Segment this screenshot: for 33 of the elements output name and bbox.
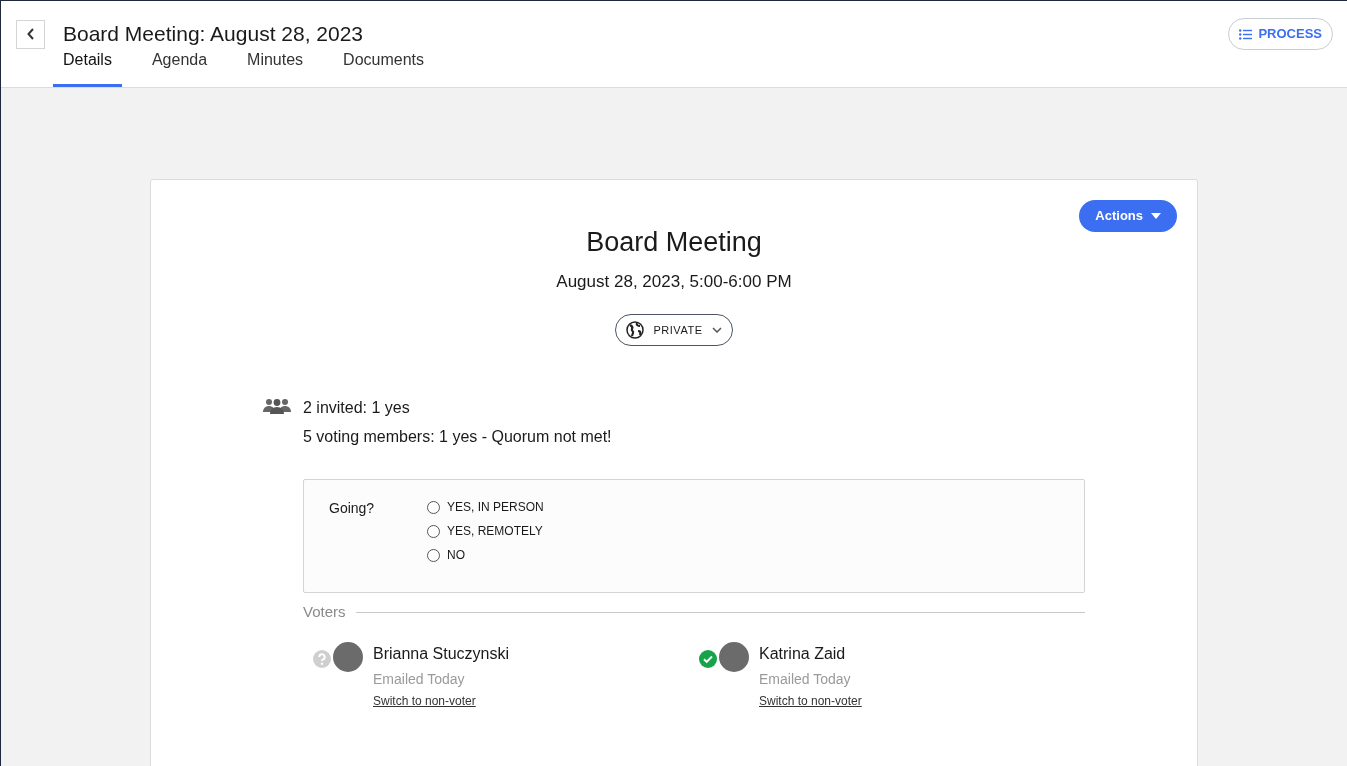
page-title: Board Meeting: August 28, 2023	[63, 21, 364, 48]
meeting-title: Board Meeting	[586, 226, 762, 259]
invited-count: 2 invited: 1 yes	[303, 398, 411, 418]
voter-name: Katrina Zaid	[759, 643, 847, 664]
radio-button[interactable]	[427, 500, 440, 514]
switch-link[interactable]: Switch to non-voter	[373, 691, 510, 710]
radio-button[interactable]	[427, 548, 440, 562]
voter-note: Emailed Today	[373, 669, 466, 689]
tab[interactable]: Details	[53, 46, 122, 87]
meeting-datetime: August 28, 2023, 5:00-6:00 PM	[556, 270, 792, 293]
tab[interactable]: Documents	[333, 46, 435, 87]
quorum-status: 5 voting members: 1 yes - Quorum not met!	[303, 427, 612, 447]
radio-option[interactable]: NO	[427, 546, 544, 564]
people-icon	[263, 398, 291, 414]
chevron-down-icon	[712, 327, 723, 333]
avatar	[719, 641, 749, 672]
actions-button[interactable]: Actions	[1079, 200, 1177, 232]
voter-name: Brianna Stuczynski	[373, 643, 510, 664]
radio-button[interactable]	[427, 524, 440, 538]
radio-option[interactable]: YES, IN PERSON	[427, 498, 544, 516]
avatar	[333, 641, 363, 672]
list-icon	[1239, 28, 1253, 40]
rsvp-label: Going?	[329, 499, 376, 518]
voters-heading: Voters	[303, 602, 346, 622]
voter-note: Emailed Today	[759, 669, 852, 689]
tab[interactable]: Agenda	[141, 46, 218, 87]
back-button[interactable]	[16, 19, 45, 49]
globe-icon	[625, 321, 644, 339]
radio-option[interactable]: YES, REMOTELY	[427, 522, 544, 540]
chevron-left-icon	[26, 28, 35, 40]
tab[interactable]: Minutes	[237, 46, 314, 87]
caret-icon	[1151, 213, 1161, 219]
switch-link[interactable]: Switch to non-voter	[759, 691, 862, 710]
